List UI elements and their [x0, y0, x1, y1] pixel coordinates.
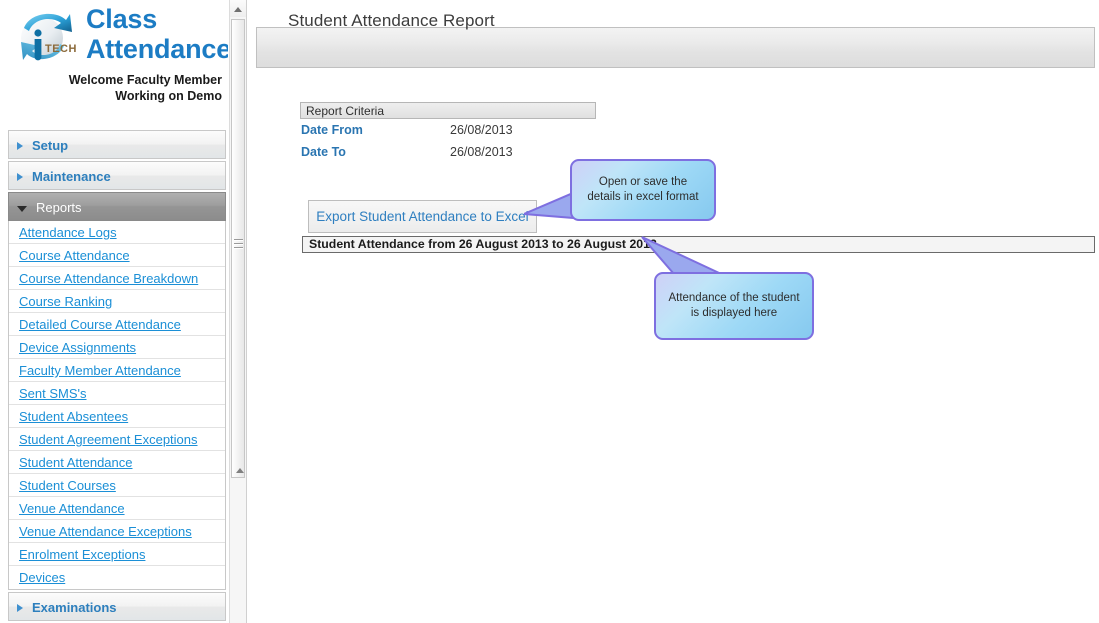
date-to-label: Date To: [301, 145, 346, 159]
sidebar-section-examinations-label: Examinations: [32, 600, 117, 615]
triangle-down-icon: [236, 468, 244, 473]
page-header-bar: [256, 27, 1095, 68]
welcome-message: Welcome Faculty Member Working on Demo: [8, 72, 222, 104]
brand-line-1: Class: [86, 4, 158, 34]
brand-header: TECH Class Attendance Welcome Faculty Me…: [0, 0, 228, 110]
sidebar-section-examinations[interactable]: Examinations: [8, 592, 226, 621]
chevron-right-icon: [17, 172, 23, 181]
page-title: Student Attendance Report: [288, 11, 495, 30]
sidebar-item-label[interactable]: Devices: [19, 570, 65, 585]
sidebar-item-course-ranking[interactable]: Course Ranking: [9, 290, 225, 313]
sidebar-scrollbar[interactable]: [229, 0, 247, 623]
sidebar-section-reports-label: Reports: [36, 200, 82, 215]
sidebar-item-student-agreement-exceptions[interactable]: Student Agreement Exceptions: [9, 428, 225, 451]
date-from-value: 26/08/2013: [450, 123, 513, 137]
welcome-line-1: Welcome Faculty Member: [68, 73, 222, 87]
sidebar-item-label[interactable]: Student Attendance: [19, 455, 132, 470]
triangle-up-icon: [234, 7, 242, 12]
sidebar-item-device-assignments[interactable]: Device Assignments: [9, 336, 225, 359]
callout-excel-line-2: details in excel format: [587, 191, 699, 203]
sidebar-item-label[interactable]: Enrolment Exceptions: [19, 547, 145, 562]
callout-excel: Open or save the details in excel format: [570, 159, 716, 221]
sidebar-item-label[interactable]: Device Assignments: [19, 340, 136, 355]
page-title-brand: Class Attendance: [86, 4, 228, 64]
itech-globe-logo-icon: TECH: [12, 6, 90, 68]
sidebar-item-label[interactable]: Student Agreement Exceptions: [19, 432, 198, 447]
sidebar-item-label[interactable]: Detailed Course Attendance: [19, 317, 181, 332]
attendance-result-bar: Student Attendance from 26 August 2013 t…: [302, 236, 1095, 253]
sidebar-item-label[interactable]: Course Attendance: [19, 248, 130, 263]
sidebar-item-label[interactable]: Course Ranking: [19, 294, 112, 309]
chevron-right-icon: [17, 603, 23, 612]
report-criteria-header: Report Criteria: [300, 102, 596, 119]
export-to-excel-button[interactable]: Export Student Attendance to Excel: [308, 200, 537, 233]
sidebar-section-maintenance-label: Maintenance: [32, 169, 111, 184]
sidebar-item-course-attendance-breakdown[interactable]: Course Attendance Breakdown: [9, 267, 225, 290]
sidebar-item-enrolment-exceptions[interactable]: Enrolment Exceptions: [9, 543, 225, 566]
sidebar-section-maintenance[interactable]: Maintenance: [8, 161, 226, 190]
sidebar-item-faculty-member-attendance[interactable]: Faculty Member Attendance: [9, 359, 225, 382]
callout-grid-line-2: is displayed here: [690, 307, 778, 319]
sidebar-item-venue-attendance[interactable]: Venue Attendance: [9, 497, 225, 520]
callout-grid: Attendance of the student is displayed h…: [654, 272, 814, 340]
report-criteria-panel: Report Criteria Date From 26/08/2013 Dat…: [300, 102, 596, 163]
scrollbar-up-button[interactable]: [230, 0, 246, 17]
sidebar-item-student-attendance[interactable]: Student Attendance: [9, 451, 225, 474]
sidebar-item-sent-sms-s[interactable]: Sent SMS's: [9, 382, 225, 405]
sidebar-item-attendance-logs[interactable]: Attendance Logs: [9, 221, 225, 244]
criteria-row-date-to: Date To 26/08/2013: [300, 141, 596, 163]
sidebar-item-devices[interactable]: Devices: [9, 566, 225, 589]
sidebar-accordion: Setup Maintenance Reports Attendance Log…: [8, 130, 226, 623]
scrollbar-thumb[interactable]: [231, 19, 245, 478]
chevron-down-icon: [17, 205, 27, 212]
sidebar-section-setup-label: Setup: [32, 138, 69, 153]
sidebar-item-label[interactable]: Attendance Logs: [19, 225, 117, 240]
sidebar-item-student-courses[interactable]: Student Courses: [9, 474, 225, 497]
sidebar-section-setup[interactable]: Setup: [8, 130, 226, 159]
svg-text:TECH: TECH: [45, 43, 77, 55]
sidebar-reports-links: Attendance Logs Course Attendance Course A…: [8, 221, 226, 590]
date-from-label: Date From: [301, 123, 363, 137]
sidebar-item-label[interactable]: Faculty Member Attendance: [19, 363, 181, 378]
criteria-row-date-from: Date From 26/08/2013: [300, 119, 596, 141]
sidebar-item-label[interactable]: Course Attendance Breakdown: [19, 271, 198, 286]
sidebar-item-label[interactable]: Sent SMS's: [19, 386, 87, 401]
sidebar-item-detailed-course-attendance[interactable]: Detailed Course Attendance: [9, 313, 225, 336]
callout-excel-line-1: Open or save the: [598, 176, 688, 188]
sidebar-item-label[interactable]: Venue Attendance: [19, 501, 125, 516]
date-to-value: 26/08/2013: [450, 145, 513, 159]
sidebar-item-venue-attendance-exceptions[interactable]: Venue Attendance Exceptions: [9, 520, 225, 543]
callout-grid-line-1: Attendance of the student: [668, 292, 800, 304]
sidebar-item-label[interactable]: Venue Attendance Exceptions: [19, 524, 192, 539]
chevron-right-icon: [17, 141, 23, 150]
brand-line-2: Attendance: [86, 34, 228, 64]
sidebar-section-reports[interactable]: Reports: [8, 192, 226, 221]
sidebar-item-label[interactable]: Student Absentees: [19, 409, 128, 424]
sidebar-item-course-attendance[interactable]: Course Attendance: [9, 244, 225, 267]
sidebar-item-label[interactable]: Student Courses: [19, 478, 116, 493]
grip-lines-icon: [234, 239, 243, 250]
left-sidebar: TECH Class Attendance Welcome Faculty Me…: [0, 0, 228, 623]
sidebar-item-student-absentees[interactable]: Student Absentees: [9, 405, 225, 428]
welcome-line-2: Working on Demo: [115, 89, 222, 103]
main-content: Student Attendance Report Report Criteri…: [256, 0, 1099, 623]
